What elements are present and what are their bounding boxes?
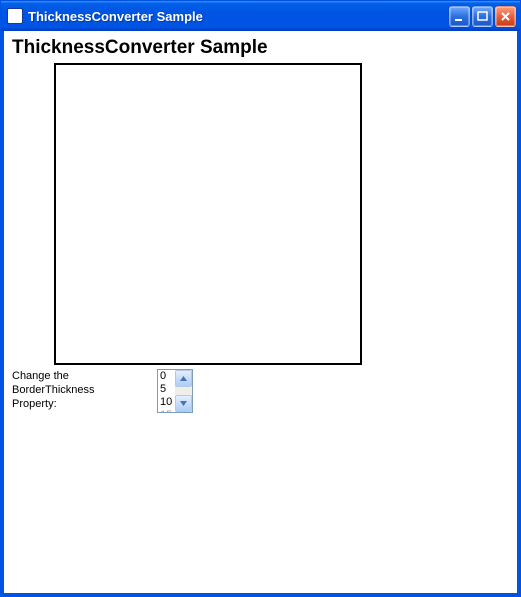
thickness-label: Change the BorderThickness Property: [12, 369, 97, 411]
chevron-up-icon [180, 376, 187, 381]
thickness-listbox[interactable]: 0 5 10 15 [157, 369, 193, 413]
scroll-up-button[interactable] [175, 370, 192, 387]
maximize-button[interactable] [472, 6, 493, 27]
scroll-down-button[interactable] [175, 395, 192, 412]
controls-row: Change the BorderThickness Property: 0 5… [12, 369, 509, 413]
listbox-scrollbar [175, 370, 192, 412]
window-title: ThicknessConverter Sample [28, 9, 449, 24]
maximize-icon [477, 11, 488, 22]
app-icon [7, 8, 23, 24]
thickness-label-line3: Property: [12, 397, 97, 411]
bordered-box [54, 63, 362, 365]
thickness-label-line1: Change the [12, 369, 97, 383]
close-button[interactable] [495, 6, 516, 27]
window-control-buttons [449, 6, 516, 27]
thickness-label-line2: BorderThickness [12, 383, 97, 397]
titlebar: ThicknessConverter Sample [1, 1, 520, 31]
chevron-down-icon [180, 401, 187, 406]
minimize-button[interactable] [449, 6, 470, 27]
app-window: ThicknessConverter Sample ThicknessConve… [0, 0, 521, 597]
content-panel: ThicknessConverter Sample Change the Bor… [4, 31, 517, 419]
page-heading: ThicknessConverter Sample [12, 37, 509, 59]
minimize-icon [454, 11, 465, 22]
close-icon [500, 11, 511, 22]
client-area: ThicknessConverter Sample Change the Bor… [1, 31, 520, 596]
